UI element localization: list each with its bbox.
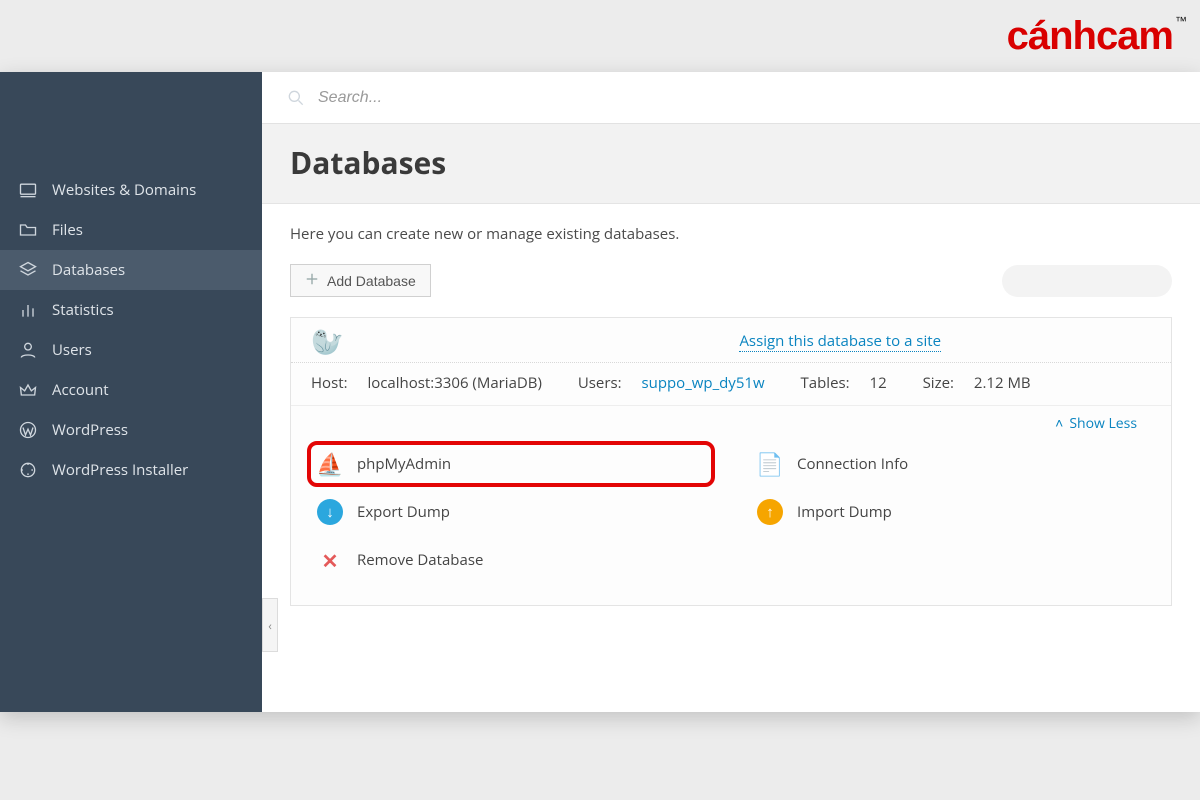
- sidebar-item-databases[interactable]: Databases: [0, 250, 262, 290]
- sidebar-item-users[interactable]: Users: [0, 330, 262, 370]
- sidebar-item-label: WordPress Installer: [52, 460, 188, 480]
- size-label: Size:: [923, 373, 954, 393]
- show-less-toggle[interactable]: ˄ Show Less: [1055, 414, 1137, 433]
- export-dump-label: Export Dump: [357, 502, 450, 522]
- import-dump-action[interactable]: ↑ Import Dump: [751, 491, 1151, 533]
- sidebar-item-label: WordPress: [52, 420, 128, 440]
- page-title: Databases: [290, 142, 1172, 183]
- sidebar-item-label: Account: [52, 380, 109, 400]
- import-dump-label: Import Dump: [797, 502, 892, 522]
- tables-value: 12: [870, 373, 887, 393]
- search-bar: [262, 72, 1200, 124]
- app-frame: Websites & Domains Files Databases Stati…: [0, 72, 1200, 712]
- remove-database-action[interactable]: ✕ Remove Database: [311, 539, 711, 581]
- phpmyadmin-action[interactable]: ⛵ phpMyAdmin: [307, 441, 715, 487]
- search-input[interactable]: [318, 89, 1176, 107]
- page-header: Databases: [262, 124, 1200, 204]
- size-value: 2.12 MB: [974, 373, 1031, 393]
- phpmyadmin-label: phpMyAdmin: [357, 454, 451, 474]
- sidebar-item-label: Websites & Domains: [52, 180, 196, 200]
- sidebar-item-wp-installer[interactable]: WordPress Installer: [0, 450, 262, 490]
- close-icon: ✕: [317, 547, 343, 573]
- intro-text: Here you can create new or manage existi…: [290, 224, 1172, 244]
- show-less-row: ˄ Show Less: [291, 406, 1171, 437]
- bar-chart-icon: [18, 300, 38, 320]
- chevron-up-icon: ˄: [1055, 414, 1063, 433]
- database-actions: ⛵ phpMyAdmin 📄 Connection Info ↓ Export …: [291, 437, 1171, 605]
- sidebar-item-label: Statistics: [52, 300, 114, 320]
- database-meta: Host: localhost:3306 (MariaDB) Users: su…: [291, 363, 1171, 406]
- sidebar-item-statistics[interactable]: Statistics: [0, 290, 262, 330]
- user-icon: [18, 340, 38, 360]
- database-head: 🦭 Assign this database to a site: [291, 318, 1171, 363]
- sidebar-item-wordpress[interactable]: WordPress: [0, 410, 262, 450]
- sidebar-item-files[interactable]: Files: [0, 210, 262, 250]
- upload-icon: ↑: [757, 499, 783, 525]
- sidebar-item-label: Files: [52, 220, 83, 240]
- host-label: Host:: [311, 373, 348, 393]
- add-database-label: Add Database: [327, 273, 416, 289]
- spinner-icon: [18, 460, 38, 480]
- wordpress-icon: [18, 420, 38, 440]
- connection-info-action[interactable]: 📄 Connection Info: [751, 443, 1151, 485]
- remove-database-label: Remove Database: [357, 550, 483, 570]
- users-link[interactable]: suppo_wp_dy51w: [641, 373, 764, 393]
- content-area: Here you can create new or manage existi…: [262, 204, 1200, 712]
- monitor-icon: [18, 180, 38, 200]
- seal-icon: 🦭: [311, 328, 343, 354]
- add-database-button[interactable]: Add Database: [290, 264, 431, 297]
- sidebar-item-label: Databases: [52, 260, 125, 280]
- sidebar-collapse-handle[interactable]: ‹: [262, 598, 278, 652]
- download-icon: ↓: [317, 499, 343, 525]
- connection-info-icon: 📄: [757, 451, 783, 477]
- chevron-left-icon: ‹: [268, 617, 272, 634]
- users-label: Users:: [578, 373, 622, 393]
- toolbar: Add Database: [290, 264, 1172, 297]
- host-value: localhost:3306 (MariaDB): [367, 373, 541, 393]
- sidebar-item-label: Users: [52, 340, 92, 360]
- layers-icon: [18, 260, 38, 280]
- plus-icon: [305, 272, 319, 289]
- brand-bar: cánhcam™: [0, 0, 1200, 72]
- sidebar-item-websites-domains[interactable]: Websites & Domains: [0, 170, 262, 210]
- tables-label: Tables:: [801, 373, 850, 393]
- database-card: 🦭 Assign this database to a site Host: l…: [290, 317, 1172, 606]
- phpmyadmin-icon: ⛵: [317, 451, 343, 477]
- filter-placeholder: [1002, 265, 1172, 297]
- brand-logo: cánhcam™: [1007, 14, 1186, 59]
- export-dump-action[interactable]: ↓ Export Dump: [311, 491, 711, 533]
- assign-database-link[interactable]: Assign this database to a site: [739, 331, 941, 352]
- crown-icon: [18, 380, 38, 400]
- main-area: Databases Here you can create new or man…: [262, 72, 1200, 712]
- search-icon: [286, 88, 306, 108]
- connection-info-label: Connection Info: [797, 454, 908, 474]
- folder-icon: [18, 220, 38, 240]
- show-less-label: Show Less: [1069, 414, 1137, 433]
- sidebar-item-account[interactable]: Account: [0, 370, 262, 410]
- sidebar: Websites & Domains Files Databases Stati…: [0, 72, 262, 712]
